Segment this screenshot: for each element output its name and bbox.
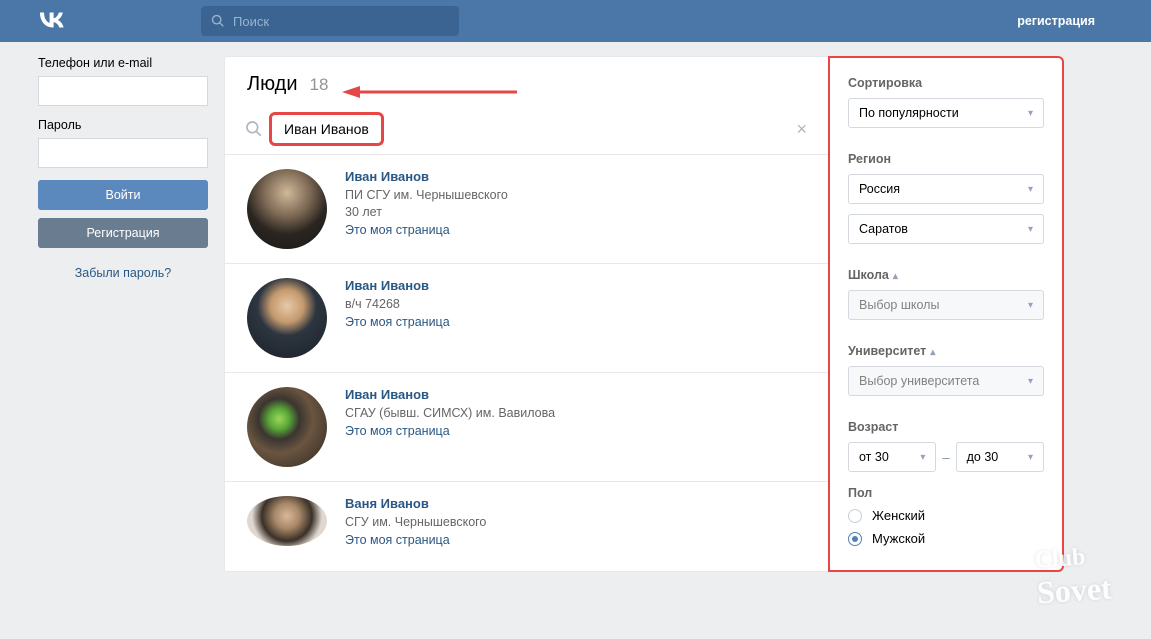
forgot-password-link[interactable]: Забыли пароль?	[38, 266, 208, 280]
password-input[interactable]	[38, 138, 208, 168]
login-button[interactable]: Войти	[38, 180, 208, 210]
avatar[interactable]	[247, 496, 327, 546]
user-detail: в/ч 74268	[345, 297, 450, 311]
chevron-down-icon: ▾	[1028, 184, 1033, 195]
register-button[interactable]: Регистрация	[38, 218, 208, 248]
my-page-link[interactable]: Это моя страница	[345, 424, 450, 438]
user-detail: СГУ им. Чернышевского	[345, 515, 486, 529]
chevron-down-icon: ▾	[1028, 108, 1033, 119]
chevron-down-icon: ▾	[1028, 376, 1033, 387]
user-name-link[interactable]: Иван Иванов	[345, 278, 450, 293]
gender-male-radio[interactable]: Мужской	[848, 531, 1044, 546]
my-page-link[interactable]: Это моя страница	[345, 315, 450, 329]
radio-icon	[848, 532, 862, 546]
clear-search-icon[interactable]: ×	[796, 119, 807, 140]
global-search-placeholder: Поиск	[233, 14, 269, 29]
university-label[interactable]: Университет	[848, 344, 1044, 358]
user-detail: ПИ СГУ им. Чернышевского	[345, 188, 508, 202]
login-form: Телефон или e-mail Пароль Войти Регистра…	[38, 56, 208, 572]
user-name-link[interactable]: Ваня Иванов	[345, 496, 486, 511]
phone-label: Телефон или e-mail	[38, 56, 208, 70]
age-from-select[interactable]: от 30▾	[848, 442, 936, 472]
user-name-link[interactable]: Иван Иванов	[345, 387, 555, 402]
gender-label: Пол	[848, 486, 1044, 500]
chevron-down-icon: ▾	[1028, 452, 1033, 463]
user-age: 30 лет	[345, 205, 508, 219]
page-title: Люди	[247, 73, 298, 96]
school-label[interactable]: Школа	[848, 268, 1044, 282]
password-label: Пароль	[38, 118, 208, 132]
avatar[interactable]	[247, 387, 327, 467]
dash: –	[942, 450, 949, 465]
global-search[interactable]: Поиск	[201, 6, 459, 36]
sort-select[interactable]: По популярности▾	[848, 98, 1044, 128]
sort-label: Сортировка	[848, 76, 1044, 90]
result-item: Иван Иванов ПИ СГУ им. Чернышевского 30 …	[225, 154, 829, 263]
user-name-link[interactable]: Иван Иванов	[345, 169, 508, 184]
my-page-link[interactable]: Это моя страница	[345, 533, 450, 547]
result-item: Ваня Иванов СГУ им. Чернышевского Это мо…	[225, 481, 829, 549]
age-to-select[interactable]: до 30▾	[956, 442, 1044, 472]
register-link[interactable]: регистрация	[1017, 14, 1095, 28]
result-count: 18	[310, 75, 329, 95]
country-select[interactable]: Россия▾	[848, 174, 1044, 204]
search-results-panel: Люди 18 Иван Иванов × Иван Иванов ПИ СГУ…	[224, 56, 830, 572]
phone-input[interactable]	[38, 76, 208, 106]
avatar[interactable]	[247, 278, 327, 358]
search-icon	[211, 14, 225, 28]
user-detail: СГАУ (бывш. СИМСХ) им. Вавилова	[345, 406, 555, 420]
avatar[interactable]	[247, 169, 327, 249]
my-page-link[interactable]: Это моя страница	[345, 223, 450, 237]
chevron-down-icon: ▾	[1028, 224, 1033, 235]
result-item: Иван Иванов в/ч 74268 Это моя страница	[225, 263, 829, 372]
region-label: Регион	[848, 152, 1044, 166]
gender-female-radio[interactable]: Женский	[848, 508, 1044, 523]
result-item: Иван Иванов СГАУ (бывш. СИМСХ) им. Вавил…	[225, 372, 829, 481]
radio-icon	[848, 509, 862, 523]
age-label: Возраст	[848, 420, 1044, 434]
search-icon	[245, 120, 263, 138]
chevron-down-icon: ▾	[1028, 300, 1033, 311]
chevron-down-icon: ▾	[920, 452, 925, 463]
city-select[interactable]: Саратов▾	[848, 214, 1044, 244]
filters-panel: Сортировка По популярности▾ Регион Росси…	[828, 56, 1064, 572]
top-bar: Поиск регистрация	[0, 0, 1151, 42]
vk-logo[interactable]	[38, 8, 66, 34]
university-select[interactable]: Выбор университета▾	[848, 366, 1044, 396]
search-input[interactable]: Иван Иванов	[284, 121, 369, 137]
school-select[interactable]: Выбор школы▾	[848, 290, 1044, 320]
